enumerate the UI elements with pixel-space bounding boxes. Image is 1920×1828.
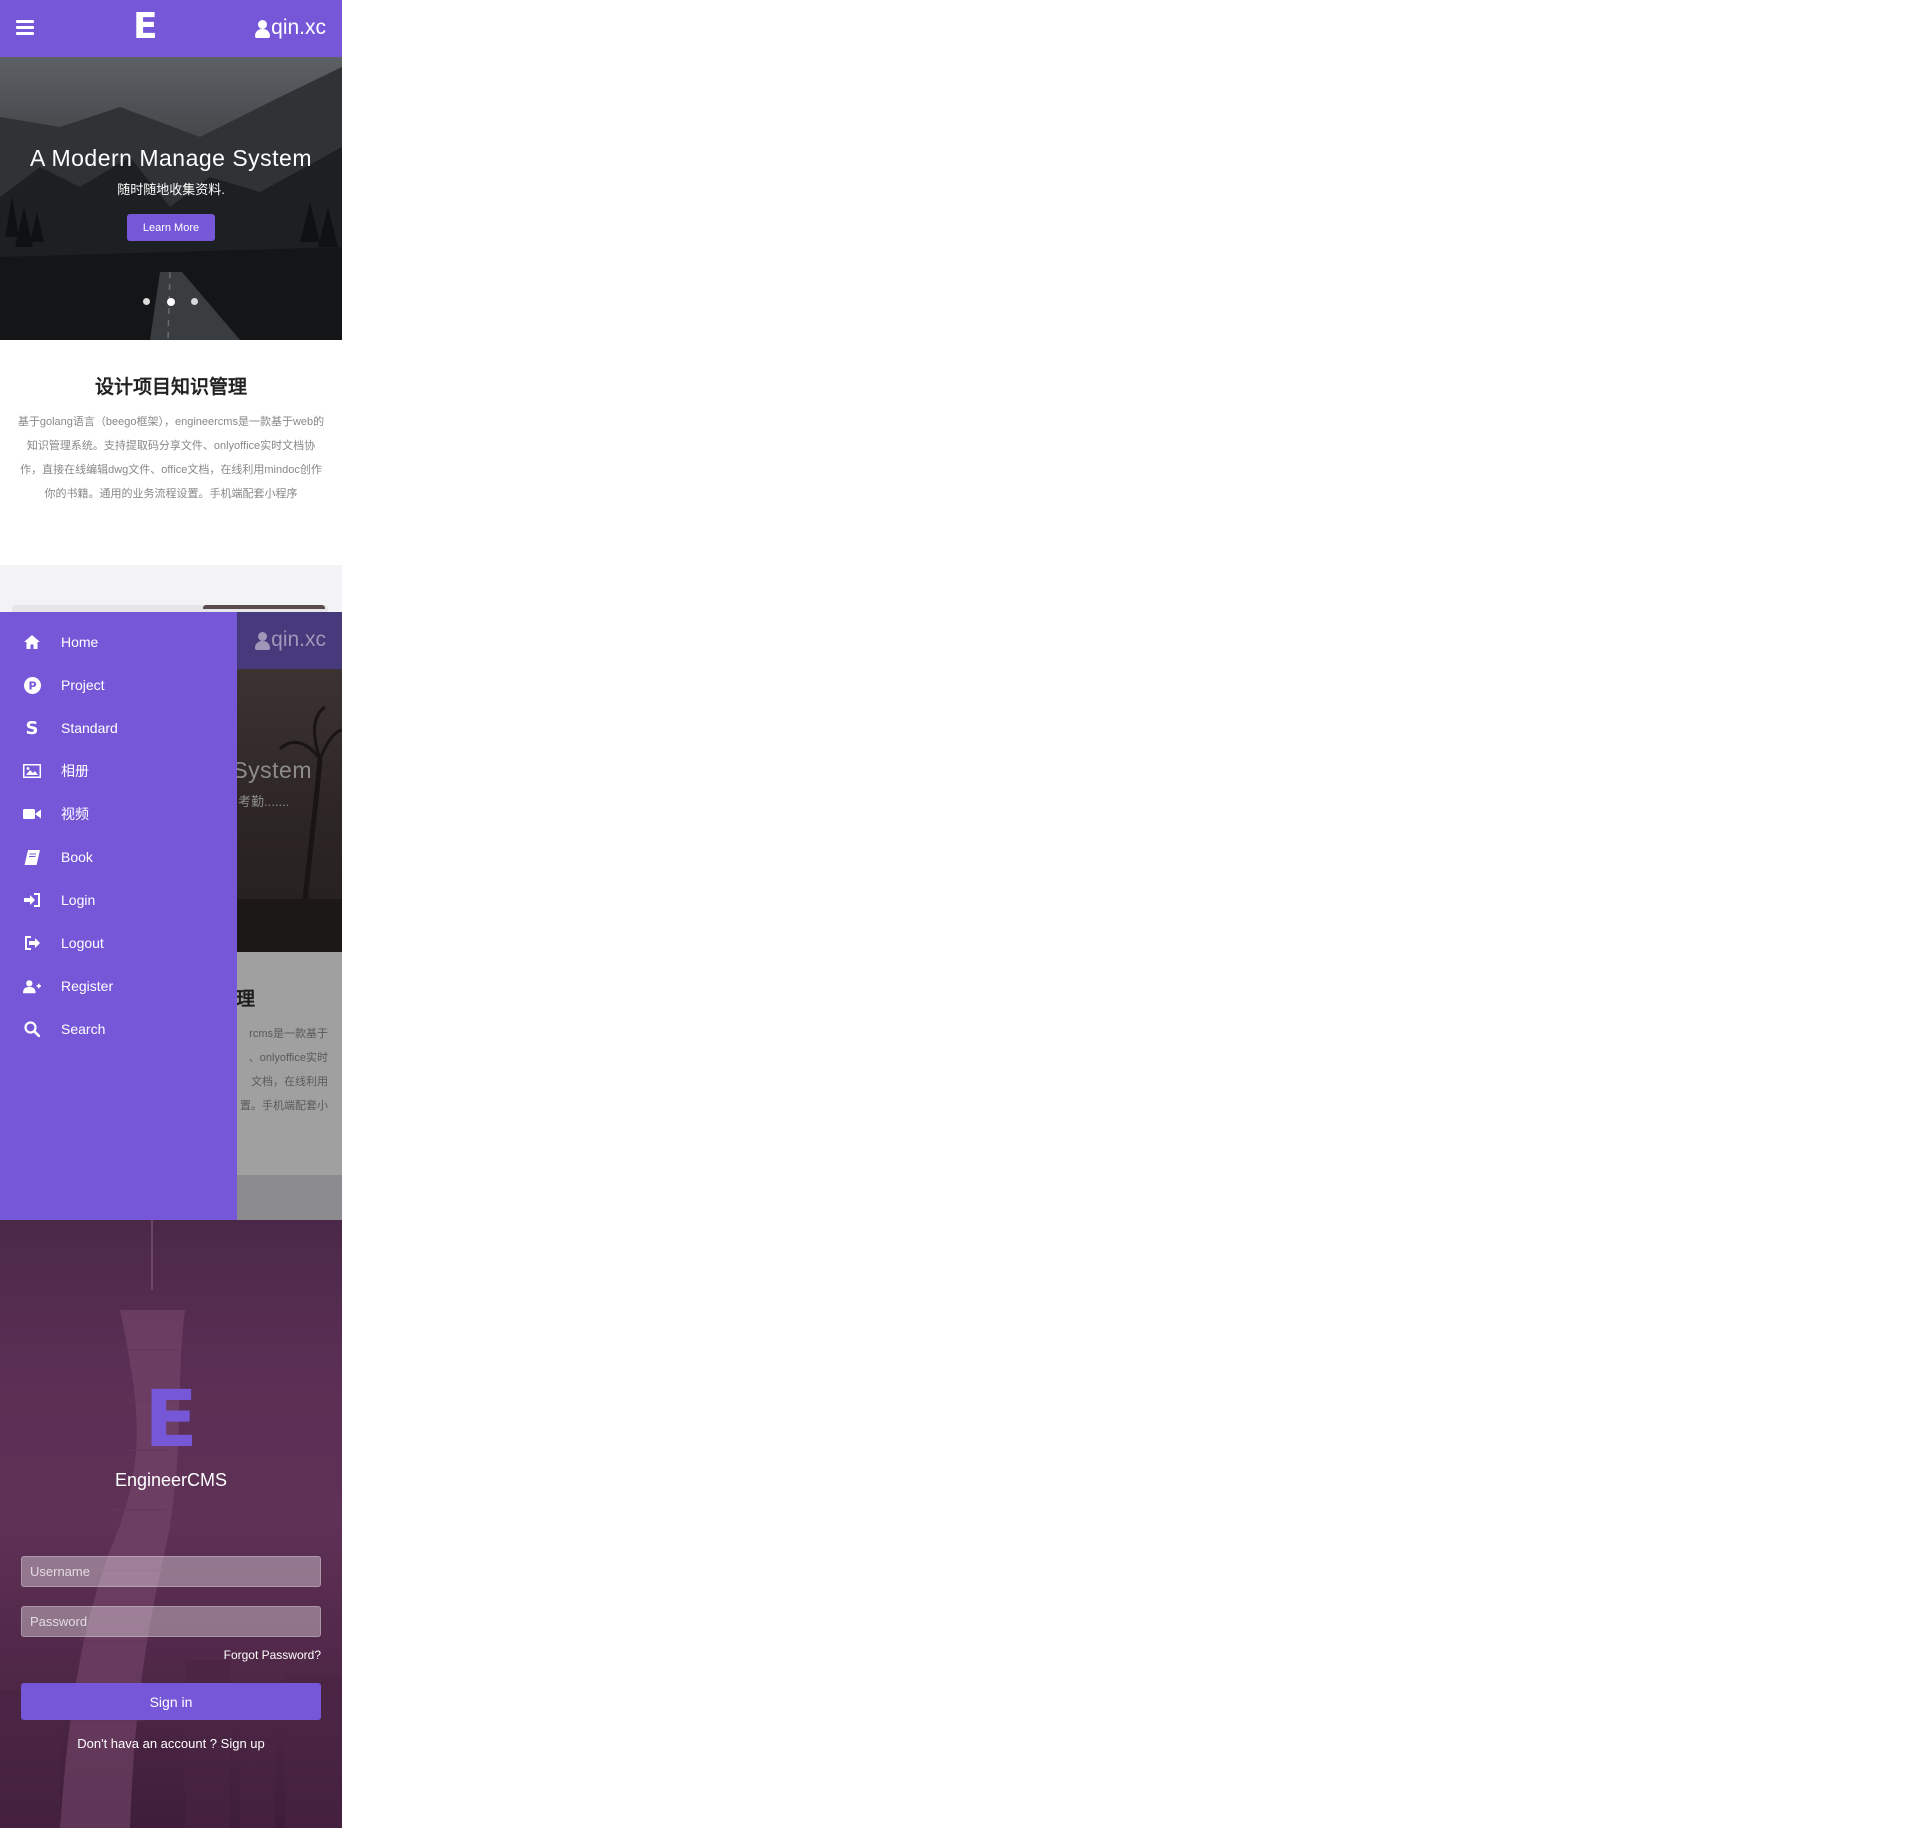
- login-icon: [23, 891, 41, 909]
- carousel-indicators: [143, 297, 199, 306]
- menu-item-label: Register: [61, 978, 114, 994]
- menu-item-label: Project: [61, 677, 105, 693]
- hero-title-dimmed: System: [232, 757, 312, 783]
- register-icon: [23, 977, 41, 995]
- home-screen: E qin.xc A Modern Manage System 随时随地收集资料…: [0, 0, 342, 612]
- menu-item-logout[interactable]: Logout: [0, 924, 237, 962]
- menu-item-label: 相册: [61, 763, 89, 779]
- username: qin.xc: [271, 628, 326, 651]
- video-icon: [23, 805, 41, 823]
- user-menu[interactable]: qin.xc: [255, 16, 326, 40]
- hero-subtitle-dimmed: 考勤.......: [238, 794, 290, 809]
- menu-item-search[interactable]: Search: [0, 1010, 237, 1048]
- intro-text-dimmed: rcms是一款基于 、onlyoffice实时 文档，在线利用 置。手机端配套小: [240, 1028, 328, 1112]
- hero-carousel: A Modern Manage System 随时随地收集资料. Learn M…: [0, 57, 342, 340]
- signup-prompt: Don't hava an account ? Sign up: [0, 1736, 342, 1751]
- login-screen: E EngineerCMS Forgot Password? Sign in D…: [0, 1220, 342, 1828]
- svg-text:P: P: [28, 679, 36, 692]
- image-icon: [23, 762, 41, 780]
- side-drawer-menu: Home P Project S Standard 相册 视频 Book Log…: [0, 612, 237, 1220]
- menu-item-login[interactable]: Login: [0, 881, 237, 919]
- menu-item-book[interactable]: Book: [0, 838, 237, 876]
- forgot-password-link[interactable]: Forgot Password?: [224, 1648, 321, 1662]
- menu-item-standard[interactable]: S Standard: [0, 709, 237, 747]
- menu-item-label: 视频: [61, 806, 89, 822]
- menu-item-label: Book: [61, 849, 93, 865]
- intro-title-dimmed: 理: [236, 989, 256, 1010]
- sign-in-button[interactable]: Sign in: [21, 1683, 321, 1720]
- menu-item-label: Home: [61, 634, 99, 650]
- logout-icon: [23, 934, 41, 952]
- intro-text: 基于golang语言（beego框架），engineercms是一款基于web的…: [17, 416, 325, 500]
- card-edge: [203, 605, 325, 609]
- carousel-dot-2[interactable]: [167, 297, 175, 306]
- menu-item-video[interactable]: 视频: [0, 795, 237, 833]
- learn-more-button[interactable]: Learn More: [127, 214, 215, 241]
- menu-item-album[interactable]: 相册: [0, 752, 237, 790]
- carousel-dot-3[interactable]: [191, 298, 198, 305]
- menu-item-label: Login: [61, 892, 96, 908]
- menu-item-home[interactable]: Home: [0, 623, 237, 661]
- username-input[interactable]: [21, 1556, 321, 1587]
- standard-icon: S: [25, 717, 39, 739]
- login-logo: E: [144, 1375, 198, 1465]
- menu-icon[interactable]: [16, 20, 34, 36]
- section-strip: [0, 565, 342, 612]
- hero-title: A Modern Manage System: [29, 145, 313, 171]
- hero-subtitle: 随时随地收集资料.: [117, 182, 225, 197]
- app-logo[interactable]: E: [133, 6, 158, 47]
- menu-item-label: Standard: [61, 720, 118, 736]
- user-icon: [255, 631, 271, 650]
- menu-item-label: Logout: [61, 935, 104, 951]
- home-icon: [23, 633, 41, 651]
- carousel-dot-1[interactable]: [143, 298, 150, 305]
- menu-item-project[interactable]: P Project: [0, 666, 237, 704]
- project-icon: P: [23, 676, 41, 694]
- app-name: EngineerCMS: [114, 1470, 228, 1490]
- book-icon: [23, 848, 41, 866]
- password-input[interactable]: [21, 1606, 321, 1637]
- intro-title: 设计项目知识管理: [94, 377, 247, 398]
- user-icon: [255, 19, 271, 38]
- username: qin.xc: [271, 16, 326, 39]
- menu-item-register[interactable]: Register: [0, 967, 237, 1005]
- signup-prompt-text: Don't hava an account ?: [77, 1736, 221, 1751]
- drawer-screen: qin.xc System 考勤....... 理 rcms是一款基于 、onl…: [0, 612, 342, 1220]
- user-menu-dimmed: qin.xc: [255, 628, 326, 652]
- top-navbar: E qin.xc: [0, 0, 342, 57]
- search-icon: [23, 1020, 41, 1038]
- menu-item-label: Search: [61, 1021, 106, 1037]
- sign-up-link[interactable]: Sign up: [221, 1736, 265, 1751]
